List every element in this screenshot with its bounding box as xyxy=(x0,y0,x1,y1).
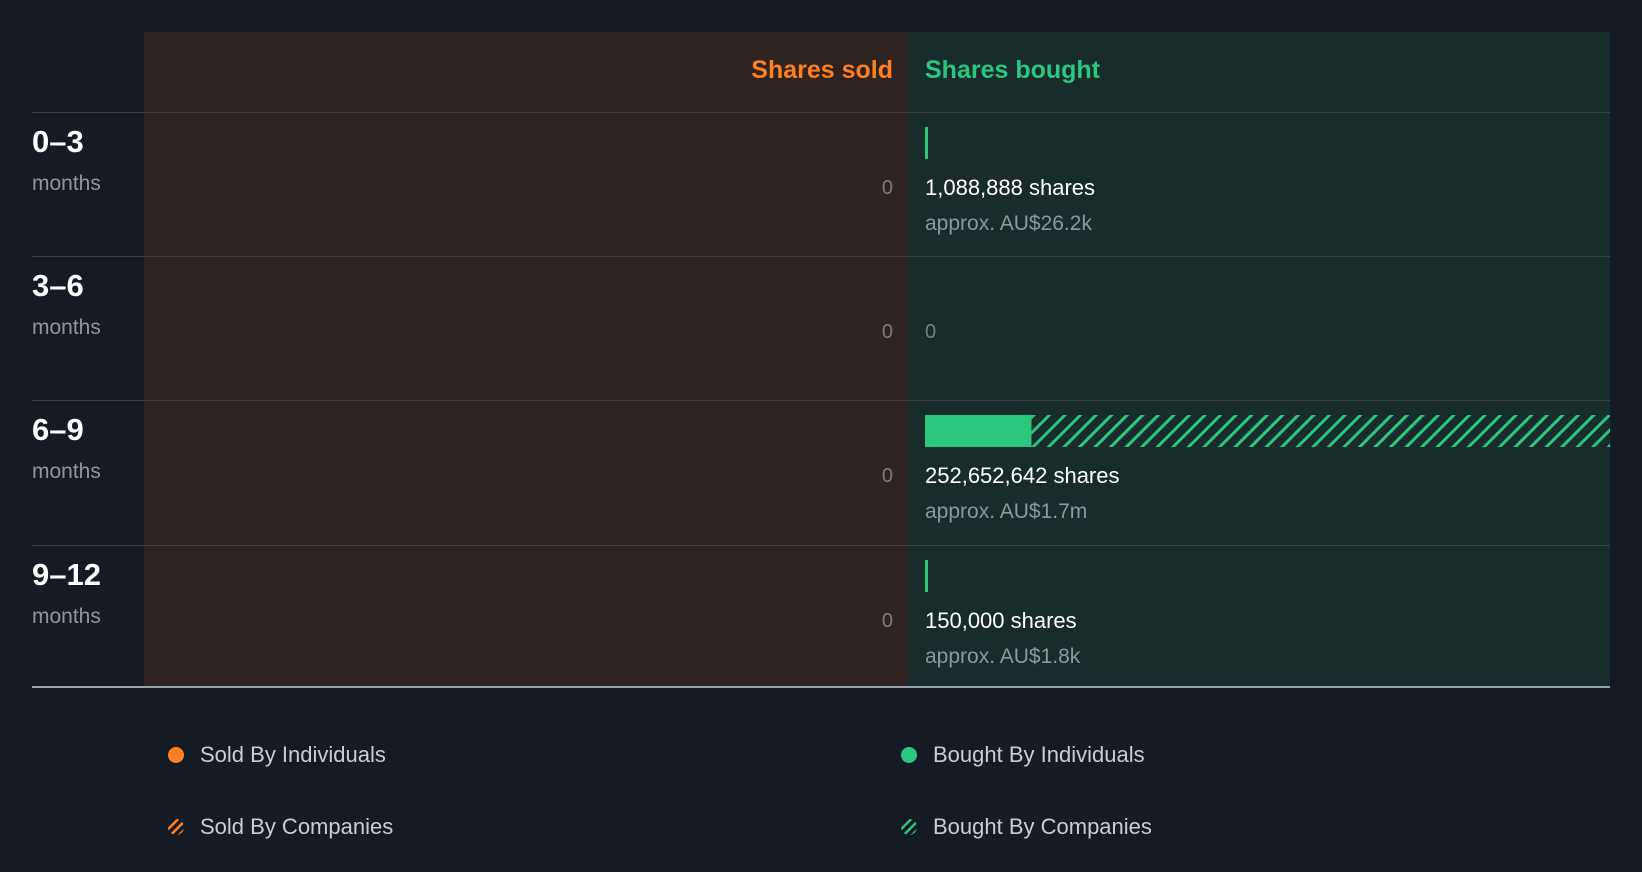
chart-baseline xyxy=(32,686,1610,688)
period-row-0-3: 0–3 months 0 1,088,888 shares approx. AU… xyxy=(0,112,1642,256)
sold-value: 0 xyxy=(881,321,893,343)
legend-label: Bought By Companies xyxy=(933,814,1152,839)
solid-dot-icon xyxy=(901,747,917,763)
period-unit: months xyxy=(32,605,101,628)
sold-value: 0 xyxy=(881,177,893,199)
period-row-9-12: 9–12 months 0 150,000 shares approx. AU$… xyxy=(0,545,1642,689)
period-range: 9–12 xyxy=(32,557,101,592)
bought-shares-label: 252,652,642 shares xyxy=(925,463,1120,488)
bought-approx-value: approx. AU$1.8k xyxy=(925,645,1081,668)
sold-value: 0 xyxy=(881,610,893,632)
period-unit: months xyxy=(32,172,101,195)
sold-value: 0 xyxy=(881,465,893,487)
legend-label: Sold By Individuals xyxy=(200,742,386,767)
legend-label: Sold By Companies xyxy=(200,814,394,839)
shares-bought-header: Shares bought xyxy=(925,56,1101,84)
period-range: 6–9 xyxy=(32,412,84,447)
period-unit: months xyxy=(32,316,101,339)
period-unit: months xyxy=(32,460,101,483)
insider-trading-chart: Shares sold Shares bought 0–3 months 0 1… xyxy=(0,0,1642,872)
solid-dot-icon xyxy=(168,747,184,763)
bought-shares-label: 1,088,888 shares xyxy=(925,175,1096,200)
bought-shares-label: 150,000 shares xyxy=(925,608,1077,633)
shares-sold-header: Shares sold xyxy=(751,56,893,84)
bought-approx-value: approx. AU$26.2k xyxy=(925,212,1092,235)
bought-approx-value: approx. AU$1.7m xyxy=(925,500,1088,523)
hatched-dot-icon xyxy=(168,819,184,835)
legend-label: Bought By Individuals xyxy=(933,742,1145,767)
period-row-6-9: 6–9 months 0 252,652,642 shares approx. … xyxy=(0,400,1642,544)
hatched-dot-icon xyxy=(901,819,917,835)
period-range: 0–3 xyxy=(32,124,84,159)
period-row-3-6: 3–6 months 0 0 xyxy=(0,256,1642,400)
period-range: 3–6 xyxy=(32,268,84,303)
bought-value: 0 xyxy=(925,321,937,343)
